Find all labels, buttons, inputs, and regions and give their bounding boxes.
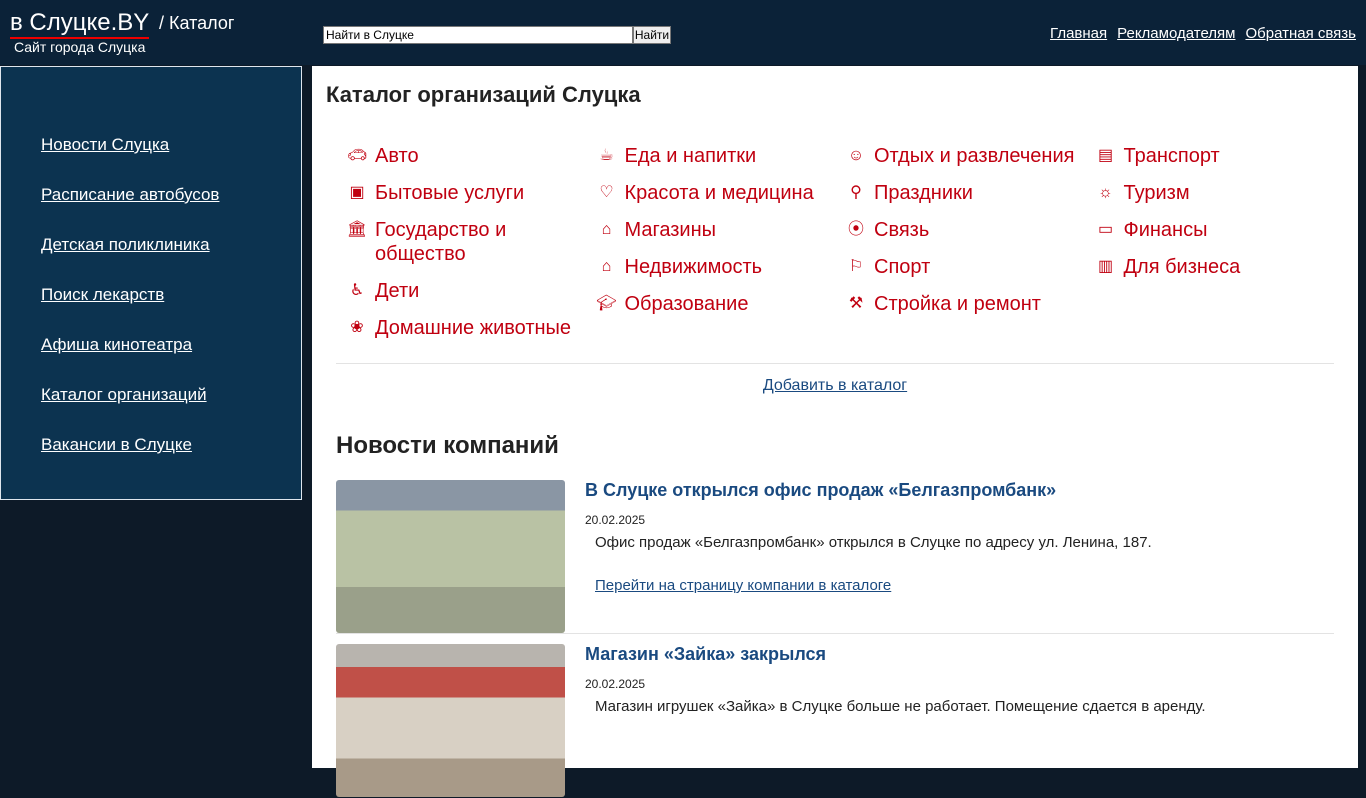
sidebar-item-bus[interactable]: Расписание автобусов — [41, 185, 301, 235]
catalog-item-antenna[interactable]: ⦿ Связь — [845, 218, 1095, 242]
page-title: Каталог организаций Слуцка — [326, 82, 641, 107]
catalog-item-government-building[interactable]: 🏛︎ Государство и общество — [346, 218, 596, 266]
catalog-grid: 🚗︎ Авто ▣ Бытовые услуги 🏛︎ Государство и общ… — [346, 144, 1344, 353]
wallet-icon: ▭ — [1097, 221, 1114, 238]
coffee-cup-icon: ☕︎ — [599, 147, 614, 164]
site-logo[interactable]: в Слуцке.BY — [10, 9, 150, 39]
house-icon: ⌂ — [601, 258, 612, 275]
sidebar-item-jobs[interactable]: Вакансии в Слуцке — [41, 435, 301, 485]
sun-icon: ☼ — [1098, 184, 1113, 201]
nav-advertisers[interactable]: Рекламодателям — [1117, 25, 1235, 42]
news-title[interactable]: В Слуцке открылся офис продаж «Белгазпро… — [585, 480, 1056, 501]
stroller-icon: ♿︎ — [349, 282, 365, 299]
catalog-item-washing-machine[interactable]: ▣ Бытовые услуги — [346, 181, 596, 205]
nav-feedback[interactable]: Обратная связь — [1245, 25, 1356, 42]
catalog-item-label: Праздники — [874, 182, 973, 204]
paint-roller-icon: ⚒ — [848, 295, 864, 312]
catalog-item-label: Бытовые услуги — [375, 182, 525, 204]
news-image[interactable] — [336, 480, 565, 633]
news-title[interactable]: Магазин «Зайка» закрылся — [585, 644, 826, 665]
catalog-item-label: Еда и напитки — [624, 145, 757, 167]
catalog-item-balloons[interactable]: ⚲ Праздники — [845, 181, 1095, 205]
catalog-item-label: Магазины — [624, 219, 717, 241]
news-text: Офис продаж «Белгазпромбанк» открылся в … — [595, 534, 1152, 551]
catalog-item-theater-masks[interactable]: ☺ Отдых и развлечения — [845, 144, 1095, 168]
tagline: Сайт города Слуцка — [14, 39, 146, 55]
catalog-item-label: Государство и общество — [375, 219, 507, 265]
catalog-item-bus[interactable]: ▤ Транспорт — [1095, 144, 1345, 168]
antenna-icon: ⦿ — [847, 221, 864, 238]
news-date: 20.02.2025 — [585, 677, 646, 691]
catalog-item-label: Авто — [375, 145, 419, 167]
catalog-item-wallet[interactable]: ▭ Финансы — [1095, 218, 1345, 242]
government-building-icon: 🏛︎ — [346, 221, 368, 238]
theater-masks-icon: ☺ — [847, 147, 865, 164]
catalog-item-briefcase[interactable]: ▥ Для бизнеса — [1095, 255, 1345, 279]
catalog-item-label: Связь — [874, 219, 930, 241]
news-image[interactable] — [336, 644, 565, 797]
catalog-item-paint-roller[interactable]: ⚒ Стройка и ремонт — [845, 292, 1095, 316]
catalog-item-coffee-cup[interactable]: ☕︎ Еда и напитки — [596, 144, 846, 168]
graduation-cap-icon: 🎓︎ — [596, 295, 617, 312]
sidebar-item-drugs[interactable]: Поиск лекарств — [41, 285, 301, 335]
add-to-catalog-link[interactable]: Добавить в каталог — [763, 377, 907, 394]
catalog-item-car[interactable]: 🚗︎ Авто — [346, 144, 596, 168]
catalog-item-shop[interactable]: ⌂ Магазины — [596, 218, 846, 242]
catalog-item-label: Финансы — [1123, 219, 1208, 241]
top-nav: Главная Рекламодателям Обратная связь — [1040, 25, 1356, 42]
catalog-item-label: Домашние животные — [375, 317, 572, 339]
sidebar-item-cinema[interactable]: Афиша кинотеатра — [41, 335, 301, 385]
catalog-item-label: Стройка и ремонт — [874, 293, 1041, 315]
sidebar-item-clinic[interactable]: Детская поликлиника — [41, 235, 301, 285]
bus-icon: ▤ — [1097, 147, 1114, 164]
sidebar-item-catalog[interactable]: Каталог организаций — [41, 385, 301, 435]
nav-home[interactable]: Главная — [1050, 25, 1107, 42]
catalog-item-sun[interactable]: ☼ Туризм — [1095, 181, 1345, 205]
catalog-item-paw[interactable]: ❀ Домашние животные — [346, 316, 596, 340]
sidebar-item-news[interactable]: Новости Слуцка — [41, 135, 301, 185]
catalog-item-heart[interactable]: ♡ Красота и медицина — [596, 181, 846, 205]
catalog-item-house[interactable]: ⌂ Недвижимость — [596, 255, 846, 279]
news-date: 20.02.2025 — [585, 513, 646, 527]
search-button[interactable]: Найти — [633, 26, 671, 44]
catalog-item-label: Отдых и развлечения — [874, 145, 1075, 167]
catalog-item-label: Дети — [375, 280, 420, 302]
breadcrumb: / Каталог — [159, 13, 235, 33]
washing-machine-icon: ▣ — [349, 184, 365, 201]
catalog-column: ▤ Транспорт ☼ Туризм ▭ Финансы ▥ Для бизнеса — [1095, 144, 1345, 353]
catalog-item-label: Транспорт — [1123, 145, 1220, 167]
catalog-item-label: Для бизнеса — [1123, 256, 1241, 278]
balloons-icon: ⚲ — [850, 184, 862, 201]
news-heading: Новости компаний — [336, 432, 559, 459]
catalog-item-stroller[interactable]: ♿︎ Дети — [346, 279, 596, 303]
runner-icon: ⚐ — [848, 258, 864, 275]
main-content: Каталог организаций Слуцка 🚗︎ Авто ▣ Бытовы… — [312, 66, 1358, 797]
catalog-item-runner[interactable]: ⚐ Спорт — [845, 255, 1095, 279]
catalog-column: ☕︎ Еда и напитки ♡ Красота и медицина ⌂ Магаз… — [596, 144, 846, 353]
shop-icon: ⌂ — [601, 221, 612, 238]
divider — [336, 363, 1334, 364]
divider — [336, 633, 1334, 634]
news-text: Магазин игрушек «Зайка» в Слуцке больше … — [595, 698, 1206, 715]
car-icon: 🚗︎ — [346, 147, 368, 164]
header: в Слуцке.BY / Каталог Сайт города Слуцка… — [0, 0, 1366, 65]
catalog-item-label: Недвижимость — [624, 256, 763, 278]
catalog-item-label: Спорт — [874, 256, 931, 278]
catalog-item-label: Образование — [624, 293, 749, 315]
catalog-item-label: Туризм — [1123, 182, 1190, 204]
heart-icon: ♡ — [599, 184, 614, 201]
paw-icon: ❀ — [350, 319, 364, 336]
briefcase-icon: ▥ — [1097, 258, 1114, 275]
news-item: В Слуцке открылся офис продаж «Белгазпро… — [336, 480, 1336, 634]
catalog-column: 🚗︎ Авто ▣ Бытовые услуги 🏛︎ Государство и общ… — [346, 144, 596, 353]
news-item: Магазин «Зайка» закрылся 20.02.2025 Мага… — [336, 644, 1336, 798]
company-page-link[interactable]: Перейти на страницу компании в каталоге — [595, 577, 891, 594]
catalog-column: ☺ Отдых и развлечения ⚲ Праздники ⦿ Связь ⚐ Спо… — [845, 144, 1095, 353]
catalog-item-graduation-cap[interactable]: 🎓︎ Образование — [596, 292, 846, 316]
sidebar: Новости Слуцка Расписание автобусов Детс… — [0, 66, 302, 500]
catalog-item-label: Красота и медицина — [624, 182, 814, 204]
search-input[interactable] — [323, 26, 633, 44]
